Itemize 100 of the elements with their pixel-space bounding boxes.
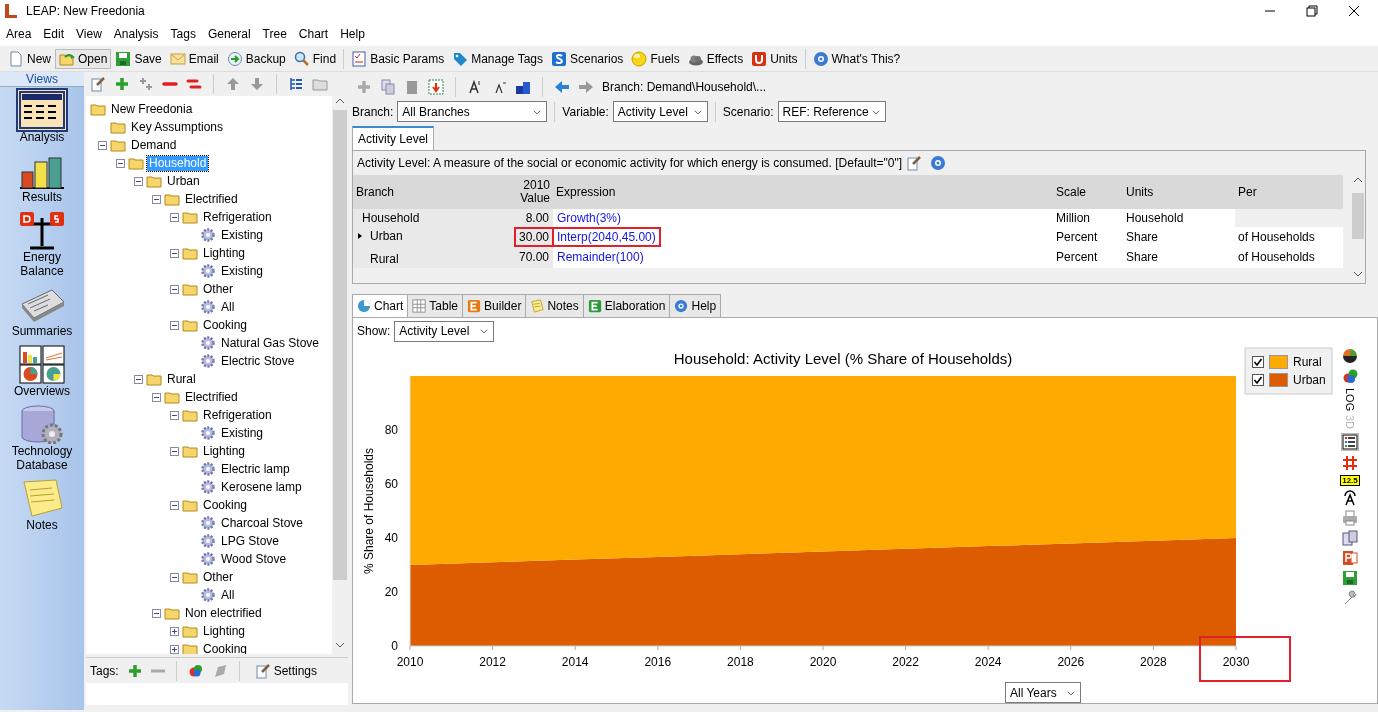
settings-button[interactable]: Settings bbox=[250, 660, 322, 681]
branch-node[interactable]: Cooking bbox=[201, 497, 250, 513]
tab[interactable]: Help bbox=[669, 294, 722, 317]
branch-node[interactable]: New Freedonia bbox=[109, 101, 195, 117]
collapse-toggle[interactable] bbox=[170, 410, 179, 420]
tool-button[interactable] bbox=[90, 76, 106, 92]
view-button[interactable]: Analysis bbox=[0, 87, 84, 147]
collapse-toggle[interactable] bbox=[170, 212, 179, 222]
view-button[interactable]: Technology Database bbox=[0, 401, 84, 475]
view-button[interactable]: Summaries bbox=[0, 281, 84, 341]
toolbar-button[interactable]: What's This? bbox=[808, 48, 905, 69]
branch-node[interactable]: All bbox=[219, 299, 237, 315]
collapse-toggle[interactable] bbox=[170, 320, 179, 330]
collapse-toggle[interactable] bbox=[170, 446, 179, 456]
branch-node[interactable]: Existing bbox=[219, 263, 266, 279]
branch-node[interactable]: Key Assumptions bbox=[129, 119, 226, 135]
branch-node[interactable]: Existing bbox=[219, 425, 266, 441]
collapse-toggle[interactable] bbox=[170, 572, 179, 582]
branch-node[interactable]: Demand bbox=[129, 137, 179, 153]
menu-item[interactable]: Tree bbox=[256, 22, 293, 46]
branch-node[interactable]: Existing bbox=[219, 227, 266, 243]
branch-node[interactable]: Charcoal Stove bbox=[219, 515, 306, 531]
branch-node[interactable]: Rural bbox=[165, 371, 198, 387]
branch-node[interactable]: Electrified bbox=[183, 191, 240, 207]
toolbar-button[interactable]: Fuels bbox=[627, 48, 684, 69]
tab[interactable]: Chart bbox=[352, 294, 409, 317]
expand-toggle[interactable] bbox=[170, 644, 179, 654]
menu-item[interactable]: Help bbox=[334, 22, 371, 46]
view-button[interactable]: Energy Balance bbox=[0, 207, 84, 281]
toggle-button[interactable]: LOG bbox=[1344, 388, 1356, 412]
menu-item[interactable]: Edit bbox=[37, 22, 71, 46]
toolbar-button[interactable]: Basic Params bbox=[347, 48, 449, 69]
menu-item[interactable]: Chart bbox=[292, 22, 335, 46]
toolbar-button[interactable]: Save bbox=[111, 48, 166, 69]
menu-item[interactable]: General bbox=[201, 22, 257, 46]
scroll-up-icon[interactable] bbox=[335, 96, 345, 106]
collapse-toggle[interactable] bbox=[170, 248, 179, 258]
scrollbar-thumb[interactable] bbox=[333, 110, 347, 580]
expression-link[interactable]: Growth(3%) bbox=[553, 209, 625, 228]
collapse-toggle[interactable] bbox=[98, 140, 107, 150]
branch-node[interactable]: Electric lamp bbox=[219, 461, 292, 477]
close-icon[interactable] bbox=[1348, 5, 1360, 17]
toolbar-button[interactable]: Open bbox=[55, 48, 112, 69]
toolbar-button[interactable]: Find bbox=[289, 48, 341, 69]
branch-node[interactable]: Electric Stove bbox=[219, 353, 297, 369]
collapse-toggle[interactable] bbox=[116, 158, 125, 168]
branch-node[interactable]: All bbox=[219, 587, 237, 603]
branch-node[interactable]: Refrigeration bbox=[201, 407, 274, 423]
dropdown[interactable]: Activity Level bbox=[394, 320, 495, 342]
view-button[interactable]: Notes bbox=[0, 475, 84, 535]
collapse-toggle[interactable] bbox=[134, 176, 143, 186]
branch-node[interactable]: Urban bbox=[165, 173, 202, 189]
scroll-down-icon[interactable] bbox=[1353, 269, 1363, 279]
maximize-icon[interactable] bbox=[1306, 5, 1318, 17]
dropdown[interactable]: All Years bbox=[1005, 682, 1081, 703]
branch-node[interactable]: Wood Stove bbox=[219, 551, 289, 567]
toolbar-button[interactable]: Email bbox=[165, 48, 223, 69]
tool-button[interactable] bbox=[467, 78, 483, 95]
branch-node[interactable]: Lighting bbox=[201, 623, 248, 639]
tab[interactable]: Elaboration bbox=[582, 294, 671, 317]
collapse-toggle[interactable] bbox=[152, 194, 161, 204]
toolbar-button[interactable]: Backup bbox=[222, 48, 290, 69]
view-button[interactable]: Overviews bbox=[0, 341, 84, 401]
collapse-toggle[interactable] bbox=[134, 374, 143, 384]
branch-node[interactable]: Lighting bbox=[201, 443, 248, 459]
dropdown[interactable]: REF: Reference bbox=[777, 101, 886, 123]
branch-node[interactable]: Electrified bbox=[183, 389, 240, 405]
dropdown[interactable]: All Branches bbox=[397, 101, 548, 123]
collapse-toggle[interactable] bbox=[170, 284, 179, 294]
branch-node[interactable]: Natural Gas Stove bbox=[219, 335, 322, 351]
collapse-toggle[interactable] bbox=[152, 608, 161, 618]
tool-button[interactable] bbox=[906, 155, 923, 172]
toolbar-button[interactable]: Scenarios bbox=[547, 48, 628, 69]
expand-toggle[interactable] bbox=[170, 626, 179, 636]
branch-node[interactable]: Non electrified bbox=[183, 605, 264, 621]
branch-node[interactable]: Cooking bbox=[201, 317, 250, 333]
menu-item[interactable]: Tags bbox=[164, 22, 202, 46]
dropdown[interactable]: Activity Level bbox=[612, 101, 708, 123]
scroll-down-icon[interactable] bbox=[335, 640, 345, 650]
branch-node[interactable]: Other bbox=[201, 281, 235, 297]
branch-node[interactable]: Refrigeration bbox=[201, 209, 274, 225]
collapse-toggle[interactable] bbox=[152, 392, 161, 402]
tab[interactable]: Builder bbox=[462, 294, 527, 317]
branch-node[interactable]: Lighting bbox=[201, 245, 248, 261]
expression-link[interactable]: Remainder(100) bbox=[553, 248, 648, 267]
toolbar-button[interactable]: New bbox=[4, 48, 55, 69]
collapse-toggle[interactable] bbox=[170, 500, 179, 510]
number-format-button[interactable]: 12.5 bbox=[1340, 475, 1360, 487]
view-button[interactable]: Results bbox=[0, 147, 84, 207]
checked-checkbox[interactable] bbox=[1252, 374, 1264, 386]
scrollbar-thumb[interactable] bbox=[1352, 193, 1364, 240]
branch-node[interactable]: LPG Stove bbox=[219, 533, 282, 549]
toolbar-button[interactable]: Manage Tags bbox=[448, 48, 547, 69]
branch-node[interactable]: Kerosene lamp bbox=[219, 479, 304, 495]
branch-node[interactable]: Other bbox=[201, 569, 235, 585]
tab[interactable]: Notes bbox=[525, 294, 584, 317]
tab[interactable]: Table bbox=[407, 294, 464, 317]
menu-item[interactable]: Analysis bbox=[107, 22, 165, 46]
toolbar-button[interactable]: Units bbox=[747, 48, 802, 69]
checked-checkbox[interactable] bbox=[1252, 356, 1264, 368]
